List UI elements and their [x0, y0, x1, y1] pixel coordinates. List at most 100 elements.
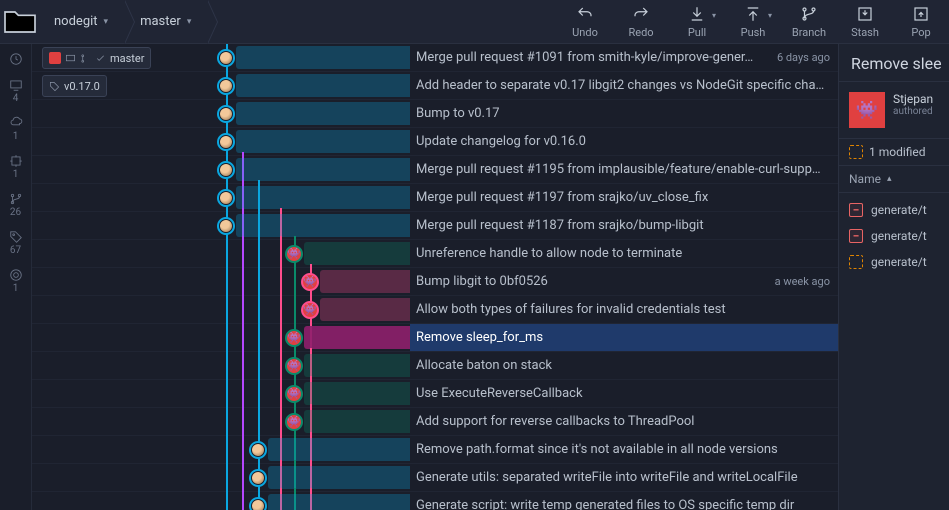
author-sub: authored	[893, 106, 933, 117]
commit-message: Merge pull request #1091 from smith-kyle…	[416, 50, 769, 65]
stash-button[interactable]: Stash	[837, 0, 893, 43]
open-folder-button[interactable]	[0, 0, 40, 43]
commit-message: Merge pull request #1195 from implausibl…	[416, 162, 830, 177]
commit-row[interactable]: 👾Add support for reverse callbacks to Th…	[32, 408, 838, 436]
graph-cell: 👾	[32, 408, 410, 435]
commit-row[interactable]: Merge pull request #1195 from implausibl…	[32, 156, 838, 184]
commit-message: Merge pull request #1187 from srajko/bum…	[416, 218, 830, 233]
commit-avatar	[217, 77, 235, 95]
commit-message-cell: Add header to separate v0.17 libgit2 cha…	[410, 72, 838, 99]
remote-icon	[49, 52, 61, 64]
commit-message: Bump libgit to 0bf0526	[416, 274, 767, 289]
commit-row[interactable]: Remove path.format since it's not availa…	[32, 436, 838, 464]
commit-message-cell: Use ExecuteReverseCallback	[410, 380, 838, 407]
rail-clock[interactable]	[9, 52, 23, 66]
commit-message: Bump to v0.17	[416, 106, 830, 121]
ref-master[interactable]: master	[42, 47, 151, 69]
commit-row[interactable]: Update changelog for v0.16.0	[32, 128, 838, 156]
commit-message: Add header to separate v0.17 libgit2 cha…	[416, 78, 830, 93]
graph-cell	[32, 128, 410, 155]
rail-local[interactable]: 4	[9, 78, 23, 104]
commit-graph: master Merge pull request #1091 from smit…	[32, 44, 838, 510]
commit-message: Remove sleep_for_ms	[416, 330, 830, 345]
breadcrumb-branch-label: master	[140, 14, 181, 29]
commit-avatar	[249, 469, 267, 487]
undo-button[interactable]: Undo	[557, 0, 613, 43]
commit-message: Allocate baton on stack	[416, 358, 830, 373]
commit-message-cell: Allocate baton on stack	[410, 352, 838, 379]
modified-summary[interactable]: 1 modified	[839, 138, 949, 166]
rail-submodules[interactable]: 1	[9, 268, 23, 294]
commit-row[interactable]: Merge pull request #1187 from srajko/bum…	[32, 212, 838, 240]
commit-row[interactable]: 👾 Bump libgit to 0bf0526 a week ago	[32, 268, 838, 296]
deleted-icon: −	[849, 229, 863, 243]
commit-row[interactable]: 👾 Remove sleep_for_ms	[32, 324, 838, 352]
rail-branches[interactable]: 26	[9, 192, 23, 218]
chevron-down-icon: ▾	[187, 17, 192, 27]
ref-tag[interactable]: v0.17.0	[42, 75, 107, 97]
commit-avatar	[217, 161, 235, 179]
commit-avatar	[217, 105, 235, 123]
commit-avatar	[217, 189, 235, 207]
commit-time: a week ago	[775, 275, 830, 288]
graph-cell: 👾	[32, 324, 410, 351]
rail-crosshair[interactable]: 1	[9, 154, 23, 180]
commit-row[interactable]: 👾Allow both types of failures for invali…	[32, 296, 838, 324]
commit-message-cell: Generate script: write temp generated fi…	[410, 492, 838, 510]
graph-cell: master	[32, 44, 410, 71]
changed-file[interactable]: −generate/t	[839, 197, 949, 223]
commit-message-cell: Unreference handle to allow node to term…	[410, 240, 838, 267]
redo-button[interactable]: Redo	[613, 0, 669, 43]
graph-cell: 👾	[32, 296, 410, 323]
modified-icon	[849, 255, 863, 269]
branch-button[interactable]: Branch	[781, 0, 837, 43]
commit-row[interactable]: master Merge pull request #1091 from smit…	[32, 44, 838, 72]
pop-button[interactable]: Pop	[893, 0, 949, 43]
commit-row[interactable]: Generate script: write temp generated fi…	[32, 492, 838, 510]
toolbar: nodegit ▾ master ▾ Undo Redo Pull ▾ Push…	[0, 0, 949, 44]
commit-alien-icon: 👾	[285, 245, 303, 263]
graph-cell: 👾	[32, 352, 410, 379]
changed-file[interactable]: generate/t	[839, 249, 949, 275]
commit-message: Generate script: write temp generated fi…	[416, 498, 830, 510]
breadcrumb-branch[interactable]: master ▾	[126, 0, 209, 43]
commit-message: Merge pull request #1197 from srajko/uv_…	[416, 190, 830, 205]
commit-message-cell: Remove path.format since it's not availa…	[410, 436, 838, 463]
commit-row[interactable]: Merge pull request #1197 from srajko/uv_…	[32, 184, 838, 212]
sort-asc-icon: ▴	[887, 174, 892, 184]
commit-row[interactable]: Generate utils: separated writeFile into…	[32, 464, 838, 492]
graph-cell	[32, 100, 410, 127]
commit-row[interactable]: Bump to v0.17	[32, 100, 838, 128]
commit-alien-icon: 👾	[285, 357, 303, 375]
monitor-icon	[65, 53, 76, 64]
commit-row[interactable]: 👾 Use ExecuteReverseCallback	[32, 380, 838, 408]
push-button[interactable]: Push ▾	[725, 0, 781, 43]
rail-tags[interactable]: 67	[9, 230, 23, 256]
commit-message-cell: Merge pull request #1187 from srajko/bum…	[410, 212, 838, 239]
graph-cell	[32, 156, 410, 183]
file-column-header[interactable]: Name ▴	[839, 166, 949, 193]
changed-file[interactable]: −generate/t	[839, 223, 949, 249]
graph-cell	[32, 436, 410, 463]
pull-button[interactable]: Pull ▾	[669, 0, 725, 43]
author-avatar: 👾	[849, 92, 885, 128]
graph-cell	[32, 464, 410, 491]
detail-panel: Remove slee 👾 Stjepan authored 1 modifie…	[838, 44, 949, 510]
chevron-down-icon: ▾	[104, 17, 109, 27]
commit-alien-icon: 👾	[285, 385, 303, 403]
breadcrumb-repo[interactable]: nodegit ▾	[40, 0, 126, 43]
commit-message-cell: Bump libgit to 0bf0526 a week ago	[410, 268, 838, 295]
commit-time: 6 days ago	[777, 51, 830, 64]
detail-author: 👾 Stjepan authored	[839, 82, 949, 138]
rail-remote[interactable]: 1	[9, 116, 23, 142]
check-icon	[95, 53, 106, 64]
commit-row[interactable]: v0.17.0 Add header to separate v0.17 libg…	[32, 72, 838, 100]
commit-message-cell: Generate utils: separated writeFile into…	[410, 464, 838, 491]
left-rail: 4 1 1 26 67 1	[0, 44, 32, 510]
commit-avatar	[249, 441, 267, 459]
graph-cell	[32, 184, 410, 211]
commit-alien-icon: 👾	[301, 273, 319, 291]
detail-title: Remove slee	[839, 44, 949, 82]
commit-row[interactable]: 👾 Unreference handle to allow node to ter…	[32, 240, 838, 268]
commit-row[interactable]: 👾 Allocate baton on stack	[32, 352, 838, 380]
